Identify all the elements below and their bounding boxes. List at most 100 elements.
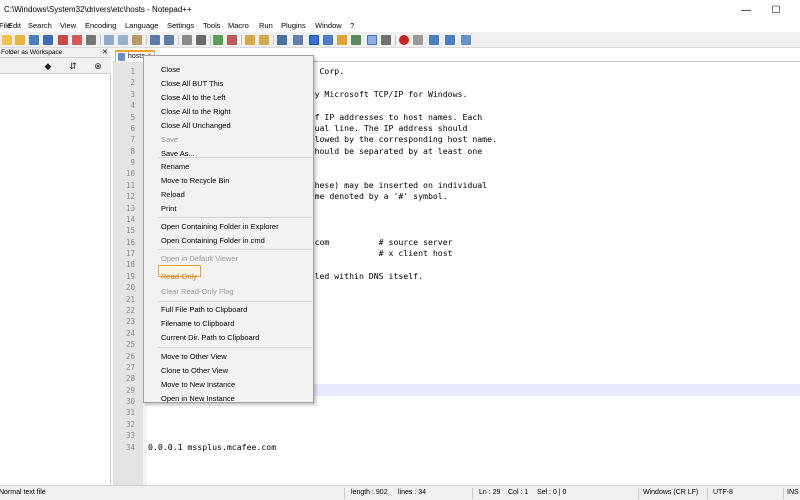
menu-separator (158, 217, 312, 218)
locate-file-icon[interactable]: ⇵ (67, 60, 79, 72)
open-file-icon[interactable] (15, 35, 25, 45)
menu-item-move-to-recycle-bin[interactable]: Move to Recycle Bin (161, 176, 229, 185)
cut-icon[interactable] (104, 35, 114, 45)
replace-icon[interactable] (196, 35, 206, 45)
line-number: 32 (125, 419, 135, 429)
menu-item-save-as[interactable]: Save As... (161, 149, 195, 158)
function-list-icon[interactable] (351, 35, 361, 45)
menu-settings[interactable]: Settings (167, 21, 194, 30)
save-all-icon[interactable] (43, 35, 53, 45)
close-all-icon[interactable] (72, 35, 82, 45)
menu-plugins[interactable]: Plugins (281, 21, 306, 30)
minimize-button[interactable]: — (732, 0, 760, 20)
save-icon[interactable] (29, 35, 39, 45)
menu-item-close-all-to-the-left[interactable]: Close All to the Left (161, 93, 226, 102)
menu-item-filename-to-clipboard[interactable]: Filename to Clipboard (161, 319, 234, 328)
play-macro-icon[interactable] (429, 35, 439, 45)
menu-tools[interactable]: Tools (203, 21, 221, 30)
maximize-button[interactable]: ☐ (762, 0, 790, 20)
menu-item-close-all-unchanged[interactable]: Close All Unchanged (161, 121, 231, 130)
status-column: Col : 1 (508, 489, 529, 496)
expand-collapse-icon[interactable]: ◆ (42, 60, 54, 72)
menu-item-full-file-path-to-clipboard[interactable]: Full File Path to Clipboard (161, 305, 247, 314)
stop-record-icon[interactable] (413, 35, 423, 45)
sync-vertical-icon[interactable] (245, 35, 255, 45)
menu-item-save: Save (161, 135, 179, 144)
title-bar: C:\Windows\System32\drivers\etc\hosts - … (0, 0, 800, 20)
zoom-in-icon[interactable] (213, 35, 223, 45)
line-number: 29 (125, 385, 135, 395)
menu-item-open-containing-folder-in-explorer[interactable]: Open Containing Folder in Explorer (161, 222, 279, 231)
menu-item-close-all-to-the-right[interactable]: Close All to the Right (161, 107, 231, 116)
status-file-type: Normal text file (0, 489, 46, 496)
menu-encoding[interactable]: Encoding (85, 21, 116, 30)
menu-item-read-only[interactable]: Read-Only (161, 272, 197, 281)
menu-item-current-dir-path-to-clipboard[interactable]: Current Dir. Path to Clipboard (161, 333, 259, 342)
find-icon[interactable] (182, 35, 192, 45)
menu-item-open-containing-folder-in-cmd[interactable]: Open Containing Folder in cmd (161, 236, 265, 245)
menu-item-move-to-new-instance[interactable]: Move to New Instance (161, 380, 235, 389)
menu-language[interactable]: Language (125, 21, 158, 30)
run-macro-multiple-icon[interactable] (445, 35, 455, 45)
line-number: 8 (130, 146, 135, 156)
monitoring-icon[interactable] (381, 35, 391, 45)
zoom-out-icon[interactable] (227, 35, 237, 45)
menu-run[interactable]: Run (259, 21, 273, 30)
status-divider (638, 488, 639, 499)
menu-edit[interactable]: Edit (8, 21, 21, 30)
line-number: 23 (125, 317, 135, 327)
menu-separator (158, 347, 312, 348)
line-number: 7 (130, 135, 135, 145)
redo-icon[interactable] (164, 35, 174, 45)
indent-guide-icon[interactable] (309, 35, 319, 45)
menu-macro[interactable]: Macro (228, 21, 249, 30)
show-all-chars-icon[interactable] (293, 35, 303, 45)
copy-icon[interactable] (118, 35, 128, 45)
undo-icon[interactable] (150, 35, 160, 45)
line-number: 13 (125, 203, 135, 213)
new-file-icon[interactable] (2, 35, 12, 45)
doc-map-icon[interactable] (337, 35, 347, 45)
status-encoding[interactable]: UTF-8 (713, 489, 733, 496)
menu-item-move-to-other-view[interactable]: Move to Other View (161, 352, 227, 361)
menu-item-print[interactable]: Print (161, 204, 176, 213)
close-file-icon[interactable] (58, 35, 68, 45)
menu-window[interactable]: Window (315, 21, 342, 30)
menu-item-close-all-but-this[interactable]: Close All BUT This (161, 79, 223, 88)
line-number: 2 (130, 78, 135, 88)
udl-icon[interactable] (323, 35, 333, 45)
menu-item-reload[interactable]: Reload (161, 190, 185, 199)
status-lines: lines : 34 (398, 489, 427, 496)
menu-search[interactable]: Search (28, 21, 52, 30)
menu-help[interactable]: ? (350, 21, 354, 30)
panel-close-button[interactable]: ✕ (102, 48, 108, 56)
paste-icon[interactable] (132, 35, 142, 45)
line-number: 33 (125, 431, 135, 441)
line-number: 16 (125, 237, 135, 247)
status-divider (472, 488, 473, 499)
record-macro-icon[interactable] (399, 35, 409, 45)
sync-horizontal-icon[interactable] (259, 35, 269, 45)
line-number: 25 (125, 340, 135, 350)
line-number: 26 (125, 351, 135, 361)
line-number: 15 (125, 226, 135, 236)
menu-item-clone-to-other-view[interactable]: Clone to Other View (161, 366, 228, 375)
folder-workspace-icon[interactable] (367, 35, 377, 45)
code-line: h as these) may be inserted on individua… (285, 179, 488, 190)
tab-context-menu: Close Close All BUT This Close All to the … (143, 55, 314, 403)
menu-item-open-in-new-instance[interactable]: Open in New Instance (161, 394, 235, 403)
remove-all-icon[interactable]: ⊗ (92, 60, 104, 72)
print-icon[interactable] (86, 35, 96, 45)
line-number: 10 (125, 169, 135, 179)
menu-item-clear-read-only-flag: Clear Read-Only Flag (161, 287, 234, 296)
status-line-number: Ln : 29 (479, 489, 501, 496)
code-line: 0.0.0.1 mssplus.mcafee.com (148, 441, 277, 452)
menu-item-rename[interactable]: Rename (161, 162, 189, 171)
menu-item-close[interactable]: Close (161, 65, 180, 74)
status-eol[interactable]: Windows (CR LF) (643, 489, 698, 496)
word-wrap-icon[interactable] (277, 35, 287, 45)
line-number: 21 (125, 294, 135, 304)
save-macro-icon[interactable] (461, 35, 471, 45)
menu-view[interactable]: View (60, 21, 76, 30)
line-number: 19 (125, 271, 135, 281)
